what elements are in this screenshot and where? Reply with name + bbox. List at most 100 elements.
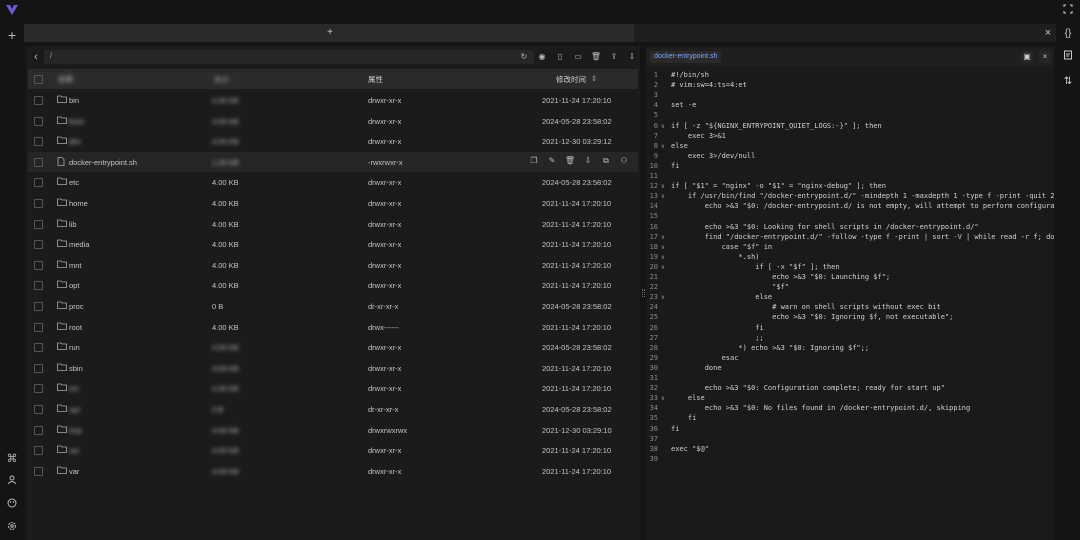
delete-icon[interactable]: 🗑 (564, 156, 576, 165)
back-button[interactable]: ‹ (30, 51, 42, 63)
upload-icon[interactable]: ⇪ (608, 51, 620, 63)
table-row[interactable]: etc 4.00 KB drwxr-xr-x 2024-05-28 23:58:02 (28, 172, 638, 192)
command-icon[interactable]: ⌘ (4, 451, 20, 467)
code-line: echo >&3 "$0: Launching $f"; (671, 273, 891, 281)
folder-icon (57, 322, 67, 330)
download-icon[interactable]: ⇩ (582, 156, 594, 165)
header-name[interactable]: 名称 (58, 74, 73, 85)
table-row[interactable]: proc 0 B dr-xr-xr-x 2024-05-28 23:58:02 (28, 296, 638, 316)
fullscreen-icon[interactable] (1060, 4, 1076, 20)
table-row[interactable]: srv 4.00 KB drwxr-xr-x 2021-11-24 17:20:10 (28, 378, 638, 398)
save-icon[interactable]: ▣ (1021, 51, 1033, 63)
line-number: 26 (649, 323, 658, 332)
editor-close-button[interactable]: × (1039, 51, 1051, 63)
fold-toggle-icon[interactable]: ∨ (661, 143, 665, 150)
fold-toggle-icon[interactable]: ∨ (661, 294, 665, 301)
code-area[interactable]: 1 #!/bin/sh 2 # vim:sw=4:ts=4:et 3 4 set -e 5 6 ∨… (646, 69, 1054, 469)
edit-file-icon[interactable] (1060, 50, 1076, 66)
code-line: else (671, 394, 705, 403)
line-number: 21 (649, 273, 658, 281)
share-icon[interactable]: ⚇ (618, 156, 630, 165)
row-checkbox[interactable] (34, 363, 43, 373)
file-attr: drwxr-xr-x (368, 199, 402, 208)
row-checkbox[interactable] (34, 343, 43, 353)
delete-icon[interactable]: 🗑 (590, 51, 602, 63)
table-row[interactable]: var 4.00 KB drwxr-xr-x 2021-11-24 17:20:10 (28, 461, 638, 481)
fold-toggle-icon[interactable]: ∨ (661, 264, 665, 271)
editor-file-tab[interactable]: docker-entrypoint.sh (650, 51, 722, 63)
line-number: 4 (653, 101, 658, 110)
file-mtime: 2021-11-24 17:20:10 (542, 219, 612, 229)
table-row[interactable]: root 4.00 KB drwx------ 2021-11-24 17:20:10 (28, 317, 638, 337)
code-line: if /usr/bin/find "/docker-entrypoint.d/"… (671, 192, 1054, 201)
row-checkbox[interactable] (34, 405, 43, 414)
table-row[interactable]: home 4.00 KB drwxr-xr-x 2021-11-24 17:20:10 (28, 193, 638, 213)
row-checkbox[interactable] (34, 466, 43, 476)
table-row[interactable]: media 4.00 KB drwxr-xr-x 2021-11-24 17:20:1… (28, 234, 638, 254)
row-checkbox[interactable] (34, 199, 43, 208)
row-checkbox[interactable] (34, 178, 43, 188)
edit-icon[interactable]: ✎ (546, 156, 558, 165)
sort-icon[interactable]: ⇅ (1060, 74, 1076, 90)
line-number: 16 (649, 222, 658, 231)
table-row[interactable]: run 4.00 KB drwxr-xr-x 2024-05-28 23:58:02 (28, 337, 638, 357)
row-checkbox[interactable] (34, 96, 43, 105)
row-checkbox[interactable] (34, 240, 43, 250)
table-row[interactable]: lib 4.00 KB drwxr-xr-x 2021-11-24 17:20:10 (28, 214, 638, 234)
fold-toggle-icon[interactable]: ∨ (661, 183, 665, 190)
header-attr[interactable]: 属性 (368, 74, 383, 85)
select-all-checkbox[interactable] (34, 75, 43, 84)
view-icon[interactable]: ◉ (536, 51, 548, 63)
file-mtime: 2024-05-28 23:58:02 (542, 302, 612, 311)
header-mtime[interactable]: 修改时间 (556, 74, 586, 85)
table-row[interactable]: dev 4.00 KB drwxr-xr-x 2021-12-30 03:29:12 (28, 131, 638, 151)
close-tab-button[interactable]: × (1042, 27, 1054, 39)
row-checkbox[interactable] (34, 219, 43, 229)
header-size[interactable]: 大小 (214, 74, 229, 85)
table-row[interactable]: boot 4.00 KB drwxr-xr-x 2024-05-28 23:58:02 (28, 111, 638, 131)
table-row[interactable]: usr 4.00 KB drwxr-xr-x 2021-11-24 17:20:10 (28, 440, 638, 460)
table-row[interactable]: sbin 4.00 KB drwxr-xr-x 2021-11-24 17:20:10 (28, 358, 638, 378)
path-input[interactable]: / (44, 50, 534, 64)
fold-toggle-icon[interactable]: ∨ (661, 254, 665, 261)
code-line: # warn on shell scripts without exec bit (671, 303, 941, 312)
download-icon[interactable]: ⇩ (626, 51, 638, 63)
fold-toggle-icon[interactable]: ∨ (661, 234, 665, 241)
new-file-icon[interactable]: ▯ (554, 51, 566, 63)
fold-toggle-icon[interactable]: ∨ (661, 193, 665, 200)
new-tab-button[interactable]: + (325, 27, 335, 39)
file-mtime: 2024-05-28 23:58:02 (542, 116, 612, 126)
user-icon[interactable] (4, 474, 20, 490)
new-folder-icon[interactable]: ▭ (572, 51, 584, 63)
add-icon[interactable]: + (4, 27, 20, 43)
row-checkbox[interactable] (34, 384, 43, 394)
row-checkbox[interactable] (34, 137, 43, 147)
row-checkbox[interactable] (34, 446, 43, 456)
fold-toggle-icon[interactable]: ∨ (661, 123, 665, 130)
folder-icon (57, 466, 67, 474)
fold-toggle-icon[interactable]: ∨ (661, 395, 665, 402)
file-name: lib (69, 219, 77, 229)
row-checkbox[interactable] (34, 281, 43, 291)
row-checkbox[interactable] (34, 116, 43, 126)
sort-icon[interactable]: ⇕ (591, 74, 597, 83)
table-row[interactable]: tmp 4.00 KB drwxrwxrwx 2021-12-30 03:29:10 (28, 420, 638, 440)
copy-icon[interactable]: ❐ (528, 156, 540, 165)
refresh-icon[interactable]: ↻ (518, 51, 530, 63)
file-attr: drwxr-xr-x (368, 178, 402, 188)
row-checkbox[interactable] (34, 260, 43, 270)
row-checkbox[interactable] (34, 425, 43, 435)
table-row[interactable]: sys 0 B dr-xr-xr-x 2024-05-28 23:58:02 (28, 399, 638, 419)
table-row[interactable]: mnt 4.00 KB drwxr-xr-x 2021-11-24 17:20:10 (28, 255, 638, 275)
table-row[interactable]: bin 4.00 KB drwxr-xr-x 2021-11-24 17:20:10 (28, 90, 638, 110)
row-checkbox[interactable] (34, 302, 43, 311)
fold-toggle-icon[interactable]: ∨ (661, 244, 665, 251)
table-row[interactable]: docker-entrypoint.sh 1.20 KB -rwxrwxr-x ❐ ✎ 🗑… (28, 151, 638, 172)
table-row[interactable]: opt 4.00 KB drwxr-xr-x 2021-11-24 17:20:10 (28, 275, 638, 295)
settings-icon[interactable] (4, 520, 20, 536)
row-checkbox[interactable] (34, 322, 43, 332)
duplicate-icon[interactable]: ⧉ (600, 156, 612, 166)
braces-icon[interactable]: {} (1060, 26, 1076, 42)
row-checkbox[interactable] (34, 157, 43, 167)
palette-icon[interactable] (4, 497, 20, 513)
